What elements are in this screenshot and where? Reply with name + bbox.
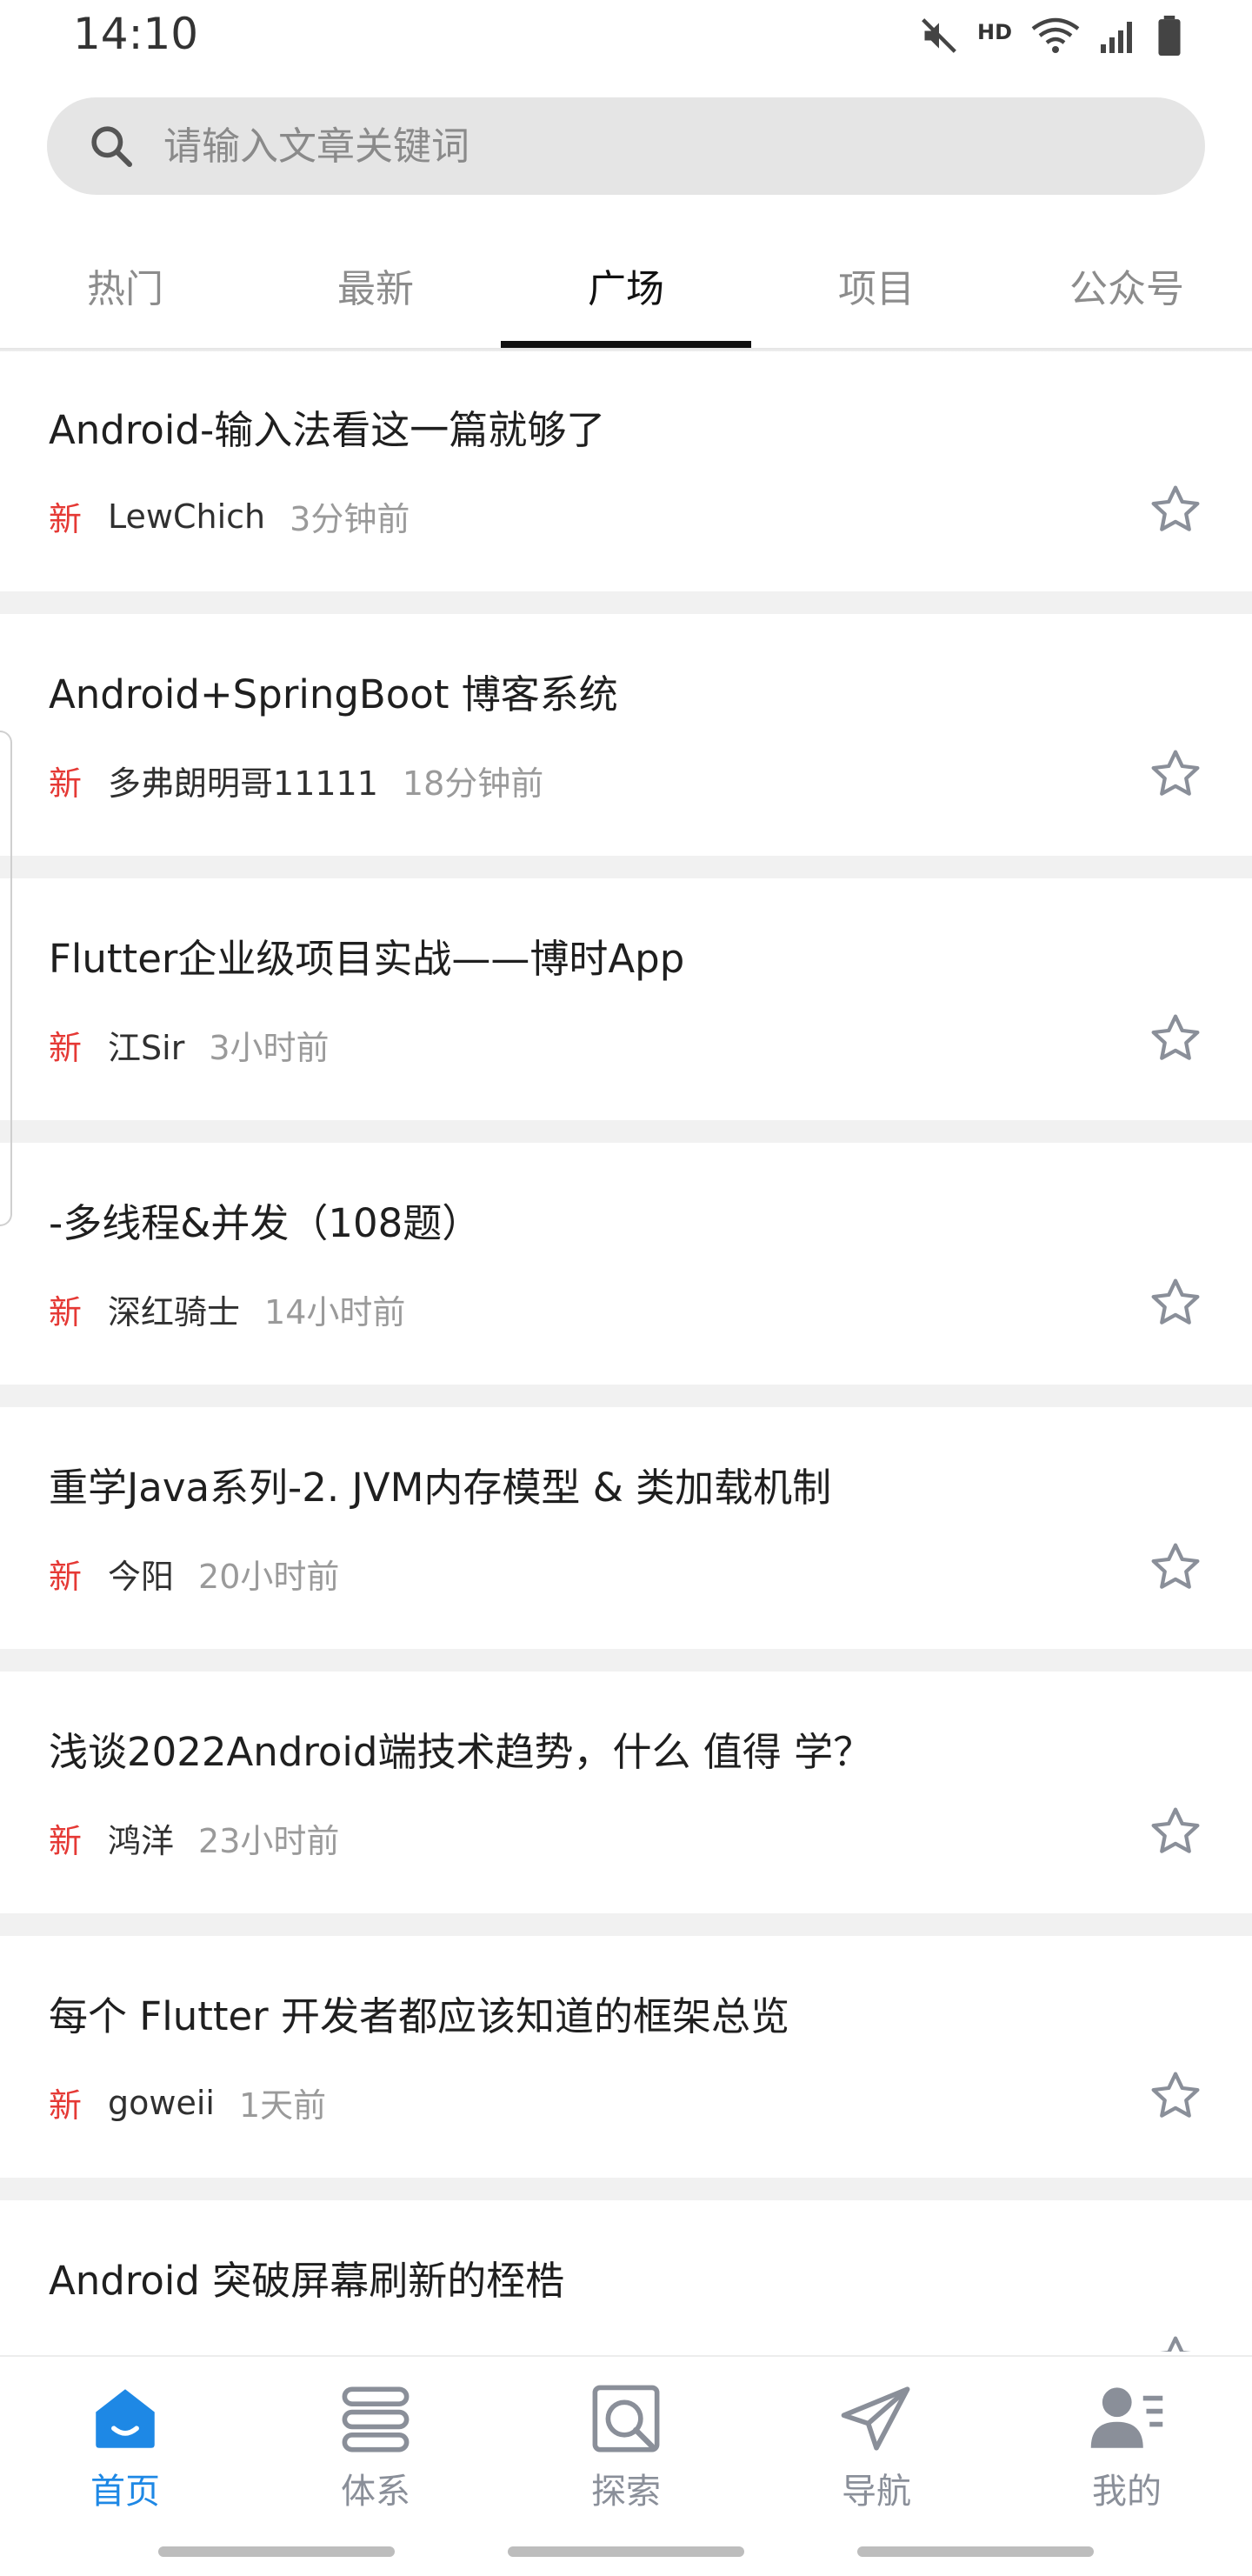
article-meta: 新 多弗朗明哥11111 18分钟前 bbox=[49, 757, 543, 804]
article-author: 鸿洋 bbox=[108, 2343, 174, 2352]
article-title: 重学Java系列-2. JVM内存模型 & 类加载机制 bbox=[49, 1465, 832, 1511]
article-author: 鸿洋 bbox=[108, 1822, 175, 1860]
article-title: -多线程&并发（108题） bbox=[49, 1200, 482, 1246]
star-icon[interactable] bbox=[1148, 2068, 1203, 2124]
status-time: 14:10 bbox=[73, 9, 199, 59]
article-author: goweii bbox=[108, 2083, 215, 2122]
layers-icon bbox=[342, 2386, 410, 2453]
mute-icon bbox=[922, 18, 956, 53]
nav-mine[interactable]: 我的 bbox=[1002, 2379, 1252, 2527]
nav-system-label: 体系 bbox=[341, 2472, 410, 2512]
article-item[interactable]: 浅谈2022Android端技术趋势，什么 值得 学？ 新 鸿洋 23小时前 bbox=[0, 1673, 1252, 1936]
nav-navigation-label: 导航 bbox=[842, 2472, 911, 2512]
article-item[interactable]: -多线程&并发（108题） 新 深红骑士 14小时前 bbox=[0, 1145, 1252, 1407]
nav-explore-label: 探索 bbox=[591, 2472, 661, 2512]
wifi-icon bbox=[1031, 17, 1080, 53]
new-badge: 新 bbox=[49, 1293, 83, 1331]
article-time: 3分钟前 bbox=[290, 500, 410, 538]
article-title: 每个 Flutter 开发者都应该知道的框架总览 bbox=[49, 1993, 789, 2039]
article-time: 20小时前 bbox=[198, 1558, 340, 1596]
search-bar[interactable] bbox=[47, 97, 1205, 195]
battery-icon bbox=[1158, 16, 1181, 56]
nav-navigation[interactable]: 导航 bbox=[751, 2379, 1002, 2527]
article-time: 1天前 bbox=[198, 2343, 285, 2352]
article-item[interactable]: Flutter企业级项目实战——博时App 新 江Sir 3小时前 bbox=[0, 880, 1252, 1143]
article-title: Android 突破屏幕刷新的桎梏 bbox=[49, 2258, 565, 2304]
bottom-navigation: 首页 体系 探索 导航 我的 bbox=[0, 2355, 1252, 2576]
star-icon[interactable] bbox=[1148, 1275, 1203, 1331]
article-author: LewChich bbox=[108, 497, 266, 536]
article-meta: 新 goweii 1天前 bbox=[49, 2079, 326, 2126]
nav-home-label: 首页 bbox=[90, 2472, 160, 2512]
tab-hot[interactable]: 热门 bbox=[0, 223, 250, 348]
search-input[interactable] bbox=[162, 123, 1122, 170]
article-title: Android+SpringBoot 博客系统 bbox=[49, 671, 618, 717]
new-badge: 新 bbox=[49, 1029, 83, 1067]
article-meta: 新 今阳 20小时前 bbox=[49, 1550, 339, 1598]
nav-home[interactable]: 首页 bbox=[0, 2379, 250, 2527]
article-item[interactable]: Android+SpringBoot 博客系统 新 多弗朗明哥11111 18分… bbox=[0, 616, 1252, 878]
home-icon bbox=[96, 2389, 155, 2448]
gesture-bar-recents[interactable] bbox=[857, 2546, 1094, 2557]
star-icon[interactable] bbox=[1148, 2332, 1203, 2352]
new-badge: 新 bbox=[49, 1558, 83, 1596]
article-meta: 新 鸿洋 1天前 bbox=[49, 2343, 285, 2352]
article-time: 18分钟前 bbox=[402, 764, 544, 803]
nav-mine-label: 我的 bbox=[1092, 2472, 1162, 2512]
status-icons: HD bbox=[920, 16, 1182, 56]
article-feed[interactable]: Android-输入法看这一篇就够了 新 LewChich 3分钟前 Andro… bbox=[0, 351, 1252, 2352]
article-author: 今阳 bbox=[108, 1558, 175, 1596]
paper-plane-icon bbox=[841, 2386, 910, 2451]
article-meta: 新 深红骑士 14小时前 bbox=[49, 1285, 405, 1333]
star-icon[interactable] bbox=[1148, 1804, 1203, 1859]
article-author: 江Sir bbox=[108, 1029, 185, 1067]
article-time: 14小时前 bbox=[264, 1293, 406, 1331]
article-item[interactable]: 重学Java系列-2. JVM内存模型 & 类加载机制 新 今阳 20小时前 bbox=[0, 1409, 1252, 1672]
new-badge: 新 bbox=[49, 2343, 82, 2352]
new-badge: 新 bbox=[49, 500, 83, 538]
article-title: 浅谈2022Android端技术趋势，什么 值得 学？ bbox=[49, 1729, 873, 1775]
user-icon bbox=[1090, 2387, 1163, 2448]
article-meta: 新 鸿洋 23小时前 bbox=[49, 1814, 339, 1862]
new-badge: 新 bbox=[49, 1822, 83, 1860]
star-icon[interactable] bbox=[1148, 1539, 1203, 1595]
article-meta: 新 LewChich 3分钟前 bbox=[49, 492, 410, 540]
article-meta: 新 江Sir 3小时前 bbox=[49, 1021, 330, 1069]
article-author: 多弗朗明哥11111 bbox=[108, 764, 378, 803]
new-badge: 新 bbox=[49, 764, 83, 803]
article-time: 23小时前 bbox=[198, 1822, 340, 1860]
article-item[interactable]: 每个 Flutter 开发者都应该知道的框架总览 新 goweii 1天前 bbox=[0, 1938, 1252, 2200]
explore-icon bbox=[592, 2385, 660, 2453]
new-badge: 新 bbox=[49, 2086, 83, 2125]
edge-panel-handle[interactable] bbox=[0, 731, 12, 1226]
article-author: 深红骑士 bbox=[108, 1293, 241, 1331]
search-icon bbox=[91, 126, 133, 168]
article-item[interactable]: Android 突破屏幕刷新的桎梏 新 鸿洋 1天前 bbox=[0, 2202, 1252, 2352]
nav-system[interactable]: 体系 bbox=[250, 2379, 501, 2527]
star-icon[interactable] bbox=[1148, 1011, 1203, 1066]
category-tabs: 热门 最新 广场 项目 公众号 bbox=[0, 223, 1252, 348]
article-title: Android-输入法看这一篇就够了 bbox=[49, 407, 606, 453]
article-time: 1天前 bbox=[238, 2086, 327, 2125]
article-time: 3小时前 bbox=[209, 1029, 330, 1067]
signal-icon bbox=[1101, 22, 1132, 53]
star-icon[interactable] bbox=[1148, 746, 1203, 802]
nav-explore[interactable]: 探索 bbox=[501, 2379, 751, 2527]
article-title: Flutter企业级项目实战——博时App bbox=[49, 936, 685, 982]
gesture-bar-back[interactable] bbox=[158, 2546, 395, 2557]
status-bar: 14:10 HD bbox=[0, 0, 1252, 77]
tab-latest[interactable]: 最新 bbox=[250, 223, 501, 348]
tab-official-accounts[interactable]: 公众号 bbox=[1002, 223, 1252, 348]
gesture-bar-home[interactable] bbox=[508, 2546, 744, 2557]
tab-square[interactable]: 广场 bbox=[501, 223, 751, 348]
hd-indicator: HD bbox=[976, 20, 1012, 44]
tab-projects[interactable]: 项目 bbox=[751, 223, 1002, 348]
star-icon[interactable] bbox=[1148, 482, 1203, 537]
article-item[interactable]: Android-输入法看这一篇就够了 新 LewChich 3分钟前 bbox=[0, 351, 1252, 614]
